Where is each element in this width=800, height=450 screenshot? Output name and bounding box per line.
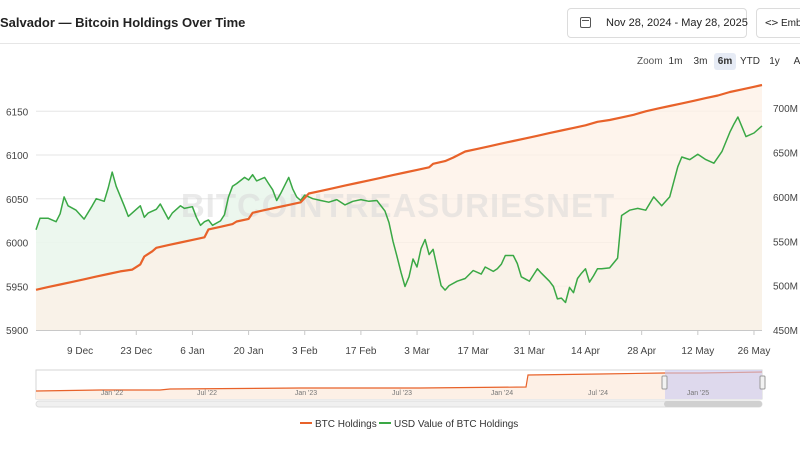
y-right-tick-label: 650M — [773, 149, 798, 160]
x-tick-label: 23 Dec — [120, 346, 152, 357]
y-left-tick-label: 5950 — [6, 282, 29, 293]
y-right-tick-label: 500M — [773, 282, 798, 293]
navigator-tick-label: Jan '22 — [101, 390, 123, 397]
x-tick-label: 31 Mar — [514, 346, 546, 357]
x-tick-label: 3 Mar — [404, 346, 430, 357]
x-tick-label: 9 Dec — [67, 346, 93, 357]
x-tick-label: 6 Jan — [180, 346, 204, 357]
x-tick-label: 14 Apr — [571, 346, 601, 357]
y-left-tick-label: 6100 — [6, 151, 29, 162]
navigator-tick-label: Jan '23 — [295, 390, 317, 397]
y-left-tick-label: 6000 — [6, 239, 29, 250]
legend-item[interactable]: USD Value of BTC Holdings — [379, 419, 518, 430]
y-left-tick-label: 6150 — [6, 107, 29, 118]
y-right-tick-label: 550M — [773, 237, 798, 248]
navigator-selected-range[interactable] — [665, 370, 762, 399]
navigator-handle-left[interactable] — [661, 375, 668, 390]
navigator-tick-label: Jul '22 — [197, 390, 217, 397]
x-axis: 9 Dec 23 Dec 6 Jan 20 Jan 3 Feb 17 Feb 3 Mar 17… — [36, 330, 770, 357]
navigator-tick-label: Jan '25 — [687, 390, 709, 397]
chart-svg: BITCOINTREASURIESNET 9 Dec 23 Dec 6 Jan 20 … — [6, 83, 798, 430]
navigator-tick-label: Jan '24 — [491, 390, 513, 397]
navigator-scrollbar[interactable] — [35, 400, 763, 408]
x-tick-label: 12 May — [681, 346, 714, 357]
x-tick-label: 17 Mar — [458, 346, 490, 357]
x-tick-label: 28 Apr — [627, 346, 657, 357]
y-axis-left: 5900 5950 6000 6050 6100 6150 — [6, 107, 29, 337]
y-right-tick-label: 700M — [773, 104, 798, 115]
legend-item[interactable]: BTC Holdings — [300, 419, 377, 430]
legend-label: USD Value of BTC Holdings — [394, 419, 518, 430]
y-left-tick-label: 5900 — [6, 326, 29, 337]
navigator-tick-label: Jul '23 — [392, 390, 412, 397]
y-right-tick-label: 450M — [773, 326, 798, 337]
legend-label: BTC Holdings — [315, 419, 377, 430]
y-right-tick-label: 600M — [773, 193, 798, 204]
legend: BTC Holdings USD Value of BTC Holdings — [300, 419, 518, 430]
y-left-tick-label: 6050 — [6, 195, 29, 206]
x-tick-label: 20 Jan — [234, 346, 264, 357]
x-tick-label: 17 Feb — [345, 346, 377, 357]
x-tick-label: 26 May — [738, 346, 771, 357]
navigator-scrollbar-thumb[interactable] — [664, 401, 762, 407]
navigator: Jan '22 Jul '22 Jan '23 Jul '23 Jan '24 Jul '… — [35, 369, 766, 408]
y-axis-right: 450M 500M 550M 600M 650M 700M — [773, 104, 798, 337]
navigator-handle-right[interactable] — [759, 375, 766, 390]
navigator-tick-label: Jul '24 — [588, 390, 608, 397]
x-tick-label: 3 Feb — [292, 346, 318, 357]
